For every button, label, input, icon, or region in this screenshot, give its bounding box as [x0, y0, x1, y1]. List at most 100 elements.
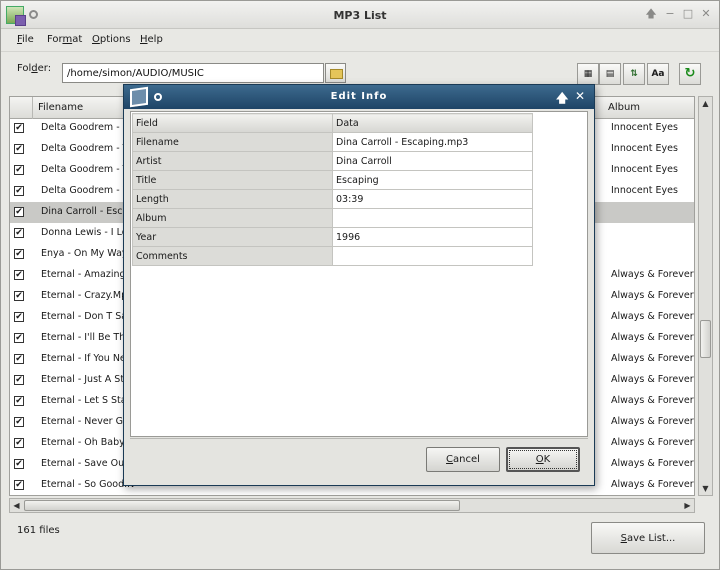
field-column-header[interactable]: Field — [132, 113, 333, 133]
row-checkbox[interactable]: ✔ — [14, 144, 24, 154]
menu-format[interactable]: Format — [47, 34, 82, 45]
ok-button[interactable]: OK — [506, 447, 580, 472]
data-column-header[interactable]: Data — [332, 113, 533, 133]
row-album: Always & Forever — [611, 311, 694, 322]
row-filename: Delta Goodrem - Ro — [41, 122, 135, 133]
info-table: Field Data Filename Dina Carroll - Escapi… — [132, 113, 533, 266]
row-filename: Eternal - Save Our — [41, 458, 129, 469]
row-filename: Eternal - If You Nee — [41, 353, 132, 364]
row-filename: Dina Carroll - Escap — [41, 206, 135, 217]
row-album: Always & Forever — [611, 395, 694, 406]
info-row[interactable]: Length 03:39 — [132, 189, 533, 209]
field-value[interactable]: Escaping — [332, 170, 533, 190]
row-checkbox[interactable]: ✔ — [14, 249, 24, 259]
vertical-scroll-thumb[interactable] — [700, 320, 711, 358]
row-checkbox[interactable]: ✔ — [14, 291, 24, 301]
row-filename: Eternal - Just A Ste — [41, 374, 130, 385]
folder-label: Folder: — [17, 63, 52, 74]
row-checkbox[interactable]: ✔ — [14, 354, 24, 364]
scroll-down-icon[interactable]: ▼ — [699, 482, 712, 495]
row-filename: Delta Goodrem - W — [41, 185, 133, 196]
close-icon[interactable]: ✕ — [699, 7, 713, 21]
info-row[interactable]: Artist Dina Carroll — [132, 151, 533, 171]
close-icon[interactable]: ✕ — [575, 89, 585, 103]
row-filename: Eternal - Oh Baby I — [41, 437, 131, 448]
window-title: MP3 List — [333, 9, 387, 22]
case-icon-label: Aa — [651, 69, 665, 79]
row-filename: Delta Goodrem - Th — [41, 164, 135, 175]
minimize-icon[interactable]: − — [663, 7, 677, 21]
field-value[interactable]: Dina Carroll — [332, 151, 533, 171]
scroll-up-icon[interactable]: ▲ — [699, 97, 712, 110]
row-checkbox[interactable]: ✔ — [14, 438, 24, 448]
dialog-title: Edit Info — [330, 91, 388, 102]
folder-input[interactable] — [62, 63, 324, 83]
row-checkbox[interactable]: ✔ — [14, 186, 24, 196]
maximize-icon[interactable]: □ — [681, 7, 695, 21]
field-name: Artist — [132, 151, 333, 171]
refresh-icon[interactable]: ↻ — [679, 63, 701, 85]
menu-options[interactable]: Options — [92, 34, 131, 45]
row-checkbox[interactable]: ✔ — [14, 228, 24, 238]
row-checkbox[interactable]: ✔ — [14, 165, 24, 175]
row-filename: Delta Goodrem - Th — [41, 143, 135, 154]
menu-help[interactable]: Help — [140, 34, 163, 45]
row-filename: Donna Lewis - I Lov — [41, 227, 134, 238]
row-filename: Eternal - Let S Stay — [41, 395, 133, 406]
album-column-header[interactable]: Album — [608, 102, 640, 113]
save-list-button[interactable]: Save List... — [591, 522, 705, 554]
cancel-button[interactable]: Cancel — [426, 447, 500, 472]
horizontal-scrollbar[interactable]: ◀ ▶ — [9, 498, 695, 513]
menu-file[interactable]: File — [17, 34, 34, 45]
field-name: Filename — [132, 132, 333, 152]
check-list-icon[interactable]: ▦ — [577, 63, 599, 85]
row-album: Innocent Eyes — [611, 122, 678, 133]
dialog-separator — [130, 438, 588, 439]
row-album: Innocent Eyes — [611, 185, 678, 196]
row-checkbox[interactable]: ✔ — [14, 312, 24, 322]
shade-up-icon[interactable]: 🡅 — [556, 89, 568, 110]
row-checkbox[interactable]: ✔ — [14, 459, 24, 469]
row-filename: Eternal - Crazy.Mp — [41, 290, 128, 301]
folder-browse-button[interactable] — [325, 63, 346, 83]
field-value[interactable]: Dina Carroll - Escaping.mp3 — [332, 132, 533, 152]
row-album: Always & Forever — [611, 290, 694, 301]
shade-up-icon[interactable]: 🡅 — [644, 7, 658, 21]
row-checkbox[interactable]: ✔ — [14, 333, 24, 343]
row-album: Innocent Eyes — [611, 164, 678, 175]
field-value[interactable]: 1996 — [332, 227, 533, 247]
row-checkbox[interactable]: ✔ — [14, 396, 24, 406]
file-count-status: 161 files — [17, 525, 60, 536]
rename-icon[interactable]: ⇅ — [623, 63, 645, 85]
case-button[interactable]: Aa — [647, 63, 669, 85]
info-row[interactable]: Comments — [132, 246, 533, 266]
row-checkbox[interactable]: ✔ — [14, 270, 24, 280]
row-checkbox[interactable]: ✔ — [14, 123, 24, 133]
horizontal-scroll-thumb[interactable] — [24, 500, 460, 511]
row-filename: Eternal - Amazing — [41, 269, 126, 280]
header-separator — [32, 97, 33, 119]
row-checkbox[interactable]: ✔ — [14, 207, 24, 217]
filename-column-header[interactable]: Filename — [38, 102, 83, 113]
info-row[interactable]: Title Escaping — [132, 170, 533, 190]
row-filename: Enya - On My Way I — [41, 248, 134, 259]
row-filename: Eternal - I'll Be The — [41, 332, 132, 343]
field-name: Title — [132, 170, 333, 190]
field-value[interactable] — [332, 208, 533, 228]
field-name: Album — [132, 208, 333, 228]
split-view-icon[interactable]: ▤ — [599, 63, 621, 85]
row-album: Always & Forever — [611, 332, 694, 343]
scroll-left-icon[interactable]: ◀ — [10, 499, 23, 512]
info-row[interactable]: Filename Dina Carroll - Escaping.mp3 — [132, 132, 533, 152]
edit-info-dialog: Edit Info 🡅 ✕ Field Data Filename Dina Ca… — [123, 84, 595, 486]
info-row[interactable]: Album — [132, 208, 533, 228]
info-row[interactable]: Year 1996 — [132, 227, 533, 247]
field-value[interactable]: 03:39 — [332, 189, 533, 209]
dialog-title-bar[interactable]: Edit Info 🡅 ✕ — [124, 85, 594, 109]
row-checkbox[interactable]: ✔ — [14, 417, 24, 427]
row-checkbox[interactable]: ✔ — [14, 375, 24, 385]
vertical-scrollbar[interactable]: ▲ ▼ — [698, 96, 713, 496]
title-bar[interactable]: MP3 List 🡅 − □ ✕ — [1, 1, 719, 29]
field-value[interactable] — [332, 246, 533, 266]
scroll-right-icon[interactable]: ▶ — [681, 499, 694, 512]
